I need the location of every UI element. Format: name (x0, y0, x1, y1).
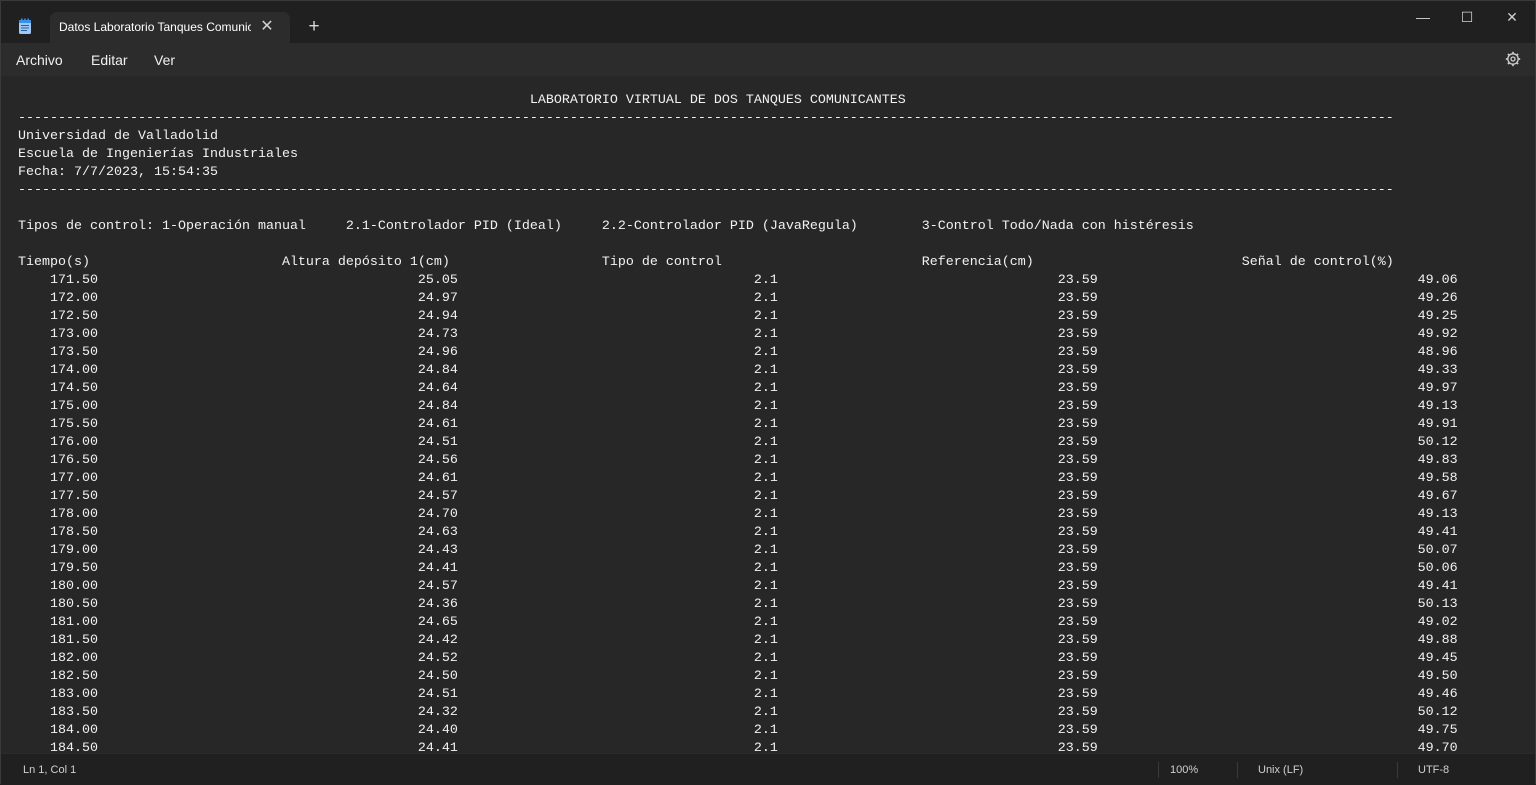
cursor-position[interactable]: Ln 1, Col 1 (23, 764, 76, 776)
encoding[interactable]: UTF-8 (1418, 764, 1449, 776)
menu-file[interactable]: Archivo (16, 52, 63, 68)
plus-icon[interactable]: + (304, 17, 324, 37)
menu-view[interactable]: Ver (154, 52, 175, 68)
status-divider (1158, 762, 1159, 778)
document-text[interactable]: LABORATORIO VIRTUAL DE DOS TANQUES COMUN… (18, 92, 1458, 753)
line-ending[interactable]: Unix (LF) (1258, 764, 1303, 776)
zoom-level[interactable]: 100% (1170, 764, 1198, 776)
title-bar[interactable]: Datos Laboratorio Tanques Comunicantes ✕… (1, 1, 1535, 43)
minimize-icon[interactable]: — (1408, 6, 1438, 28)
document-tab[interactable]: Datos Laboratorio Tanques Comunicantes ✕ (50, 12, 290, 43)
status-divider (1237, 762, 1238, 778)
menu-bar: Archivo Editar Ver (1, 43, 1535, 76)
window-close-icon[interactable]: ✕ (1497, 6, 1527, 28)
notepad-window: Datos Laboratorio Tanques Comunicantes ✕… (0, 0, 1536, 785)
text-editor[interactable]: LABORATORIO VIRTUAL DE DOS TANQUES COMUN… (1, 76, 1535, 753)
status-divider (1397, 762, 1398, 778)
status-bar: Ln 1, Col 1 100% Unix (LF) UTF-8 (1, 753, 1535, 785)
close-icon[interactable]: ✕ (258, 18, 276, 36)
gear-icon[interactable] (1505, 51, 1521, 67)
notepad-icon (19, 18, 31, 34)
menu-edit[interactable]: Editar (91, 52, 128, 68)
tab-title: Datos Laboratorio Tanques Comunicantes (59, 20, 251, 34)
maximize-icon[interactable]: ☐ (1452, 6, 1482, 28)
